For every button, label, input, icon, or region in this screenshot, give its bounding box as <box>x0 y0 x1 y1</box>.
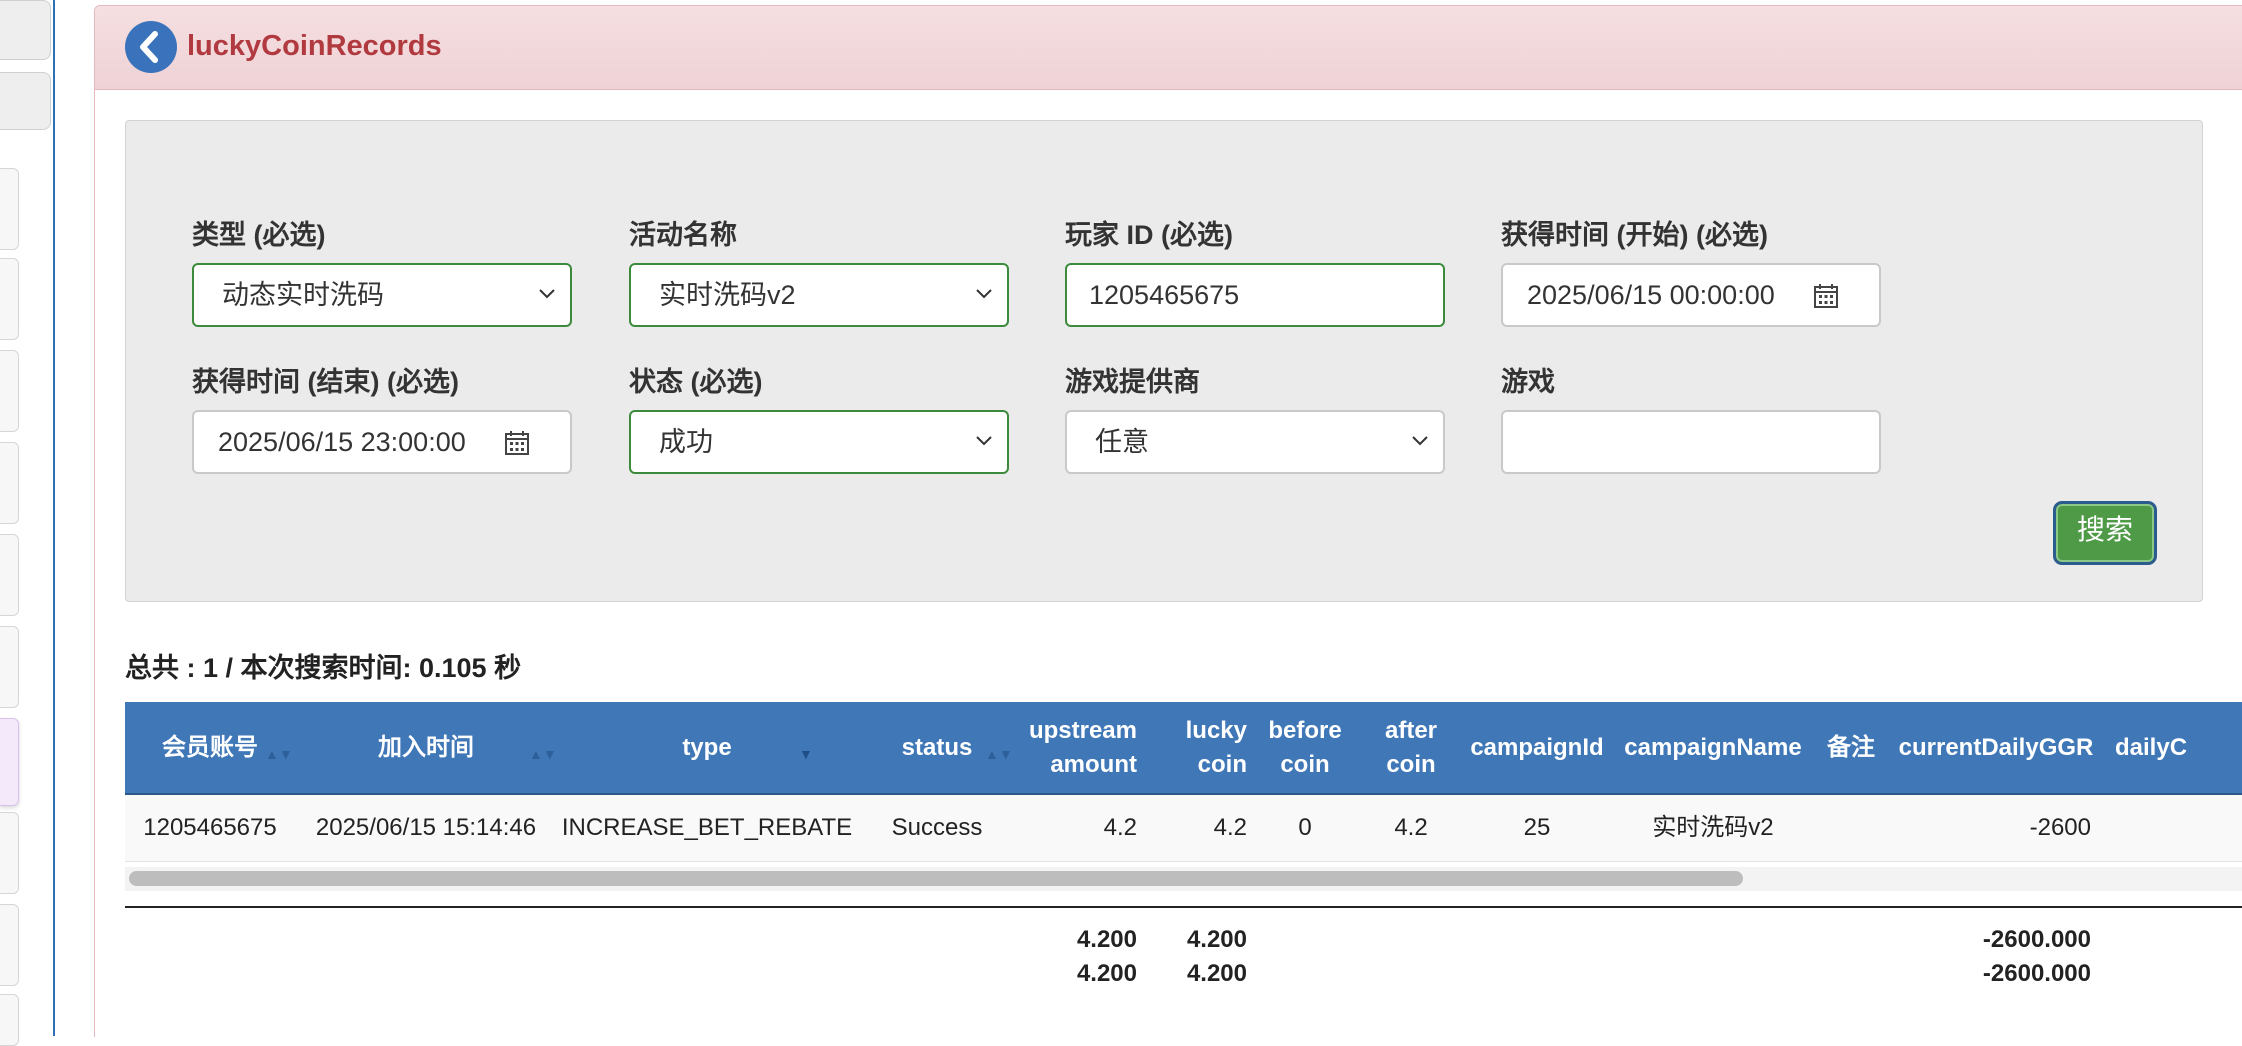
column-header-upstream-amount[interactable]: upstream amount <box>1017 702 1137 793</box>
campaign-label: 活动名称 <box>629 220 737 250</box>
sidebar-item[interactable] <box>0 442 19 524</box>
column-header-after-coin[interactable]: after coin <box>1363 702 1459 793</box>
cell-lucky-coin: 4.2 <box>1213 814 1247 841</box>
calendar-icon[interactable] <box>504 430 530 456</box>
column-header-remark[interactable]: 备注 <box>1811 702 1891 793</box>
chevron-down-icon <box>976 436 992 446</box>
player-id-input[interactable]: 1205465675 <box>1065 263 1445 327</box>
total-upstream-amount: 4.200 <box>1076 926 1137 953</box>
type-label: 类型 (必选) <box>192 220 326 250</box>
start-time-label: 获得时间 (开始) (必选) <box>1501 220 1768 250</box>
chevron-down-icon <box>976 289 992 299</box>
campaign-field: 活动名称 实时洗码v2 <box>629 217 1009 327</box>
filter-form: 类型 (必选) 动态实时洗码 活动名称 实时洗码v2 玩家 ID (必选) 12… <box>125 120 2203 602</box>
totals-divider <box>125 906 2242 908</box>
column-header-join-time[interactable]: 加入时间 ▲▼ <box>295 702 557 793</box>
horizontal-scrollbar[interactable] <box>125 867 2242 891</box>
search-button[interactable]: 搜索 <box>2053 501 2157 565</box>
end-time-field: 获得时间 (结束) (必选) 2025/06/15 23:00:00 <box>192 364 572 474</box>
back-button[interactable] <box>125 21 177 73</box>
calendar-icon[interactable] <box>1813 283 1839 309</box>
sidebar-item[interactable] <box>0 994 19 1046</box>
total-current-daily-ggr: -2600.000 <box>1982 960 2091 987</box>
provider-field: 游戏提供商 任意 <box>1065 364 1445 474</box>
total-current-daily-ggr: -2600.000 <box>1982 926 2091 953</box>
chevron-left-icon <box>140 31 158 63</box>
column-header-member[interactable]: 会员账号 ▲▼ <box>125 702 295 793</box>
column-header-type[interactable]: type ▼ <box>557 702 857 793</box>
cell-before-coin: 0 <box>1298 814 1312 841</box>
sidebar-item[interactable] <box>0 350 19 432</box>
panel-header: luckyCoinRecords <box>95 6 2242 90</box>
records-table: 会员账号 ▲▼ 加入时间 ▲▼ type ▼ status ▲▼ upstrea… <box>125 702 2242 892</box>
game-input[interactable] <box>1501 410 1881 474</box>
campaign-select-value: 实时洗码v2 <box>659 280 796 310</box>
sidebar-item-active[interactable] <box>0 718 19 806</box>
column-header-current-daily-ggr[interactable]: currentDailyGGR <box>1891 702 2101 793</box>
cell-type: INCREASE_BET_REBATE <box>561 814 853 841</box>
sidebar-item[interactable] <box>0 258 19 340</box>
end-time-value: 2025/06/15 23:00:00 <box>218 427 466 457</box>
cell-after-coin: 4.2 <box>1394 814 1428 841</box>
start-time-field: 获得时间 (开始) (必选) 2025/06/15 00:00:00 <box>1501 217 1881 327</box>
cell-remark <box>1811 795 1891 861</box>
game-label: 游戏 <box>1501 367 1555 397</box>
sort-icon: ▲▼ <box>985 746 1013 762</box>
campaign-select[interactable]: 实时洗码v2 <box>629 263 1009 327</box>
type-select[interactable]: 动态实时洗码 <box>192 263 572 327</box>
player-id-field: 玩家 ID (必选) 1205465675 <box>1065 217 1445 327</box>
provider-select[interactable]: 任意 <box>1065 410 1445 474</box>
column-header-campaign-id[interactable]: campaignId <box>1459 702 1615 793</box>
table-row[interactable]: 1205465675 2025/06/15 15:14:46 INCREASE_… <box>125 795 2242 862</box>
total-lucky-coin: 4.200 <box>1186 960 1247 987</box>
page-title: luckyCoinRecords <box>187 30 442 62</box>
chevron-down-icon <box>1412 436 1428 446</box>
table-header: 会员账号 ▲▼ 加入时间 ▲▼ type ▼ status ▲▼ upstrea… <box>125 702 2242 795</box>
total-lucky-coin: 4.200 <box>1186 926 1247 953</box>
cell-campaign-id: 25 <box>1523 814 1551 841</box>
column-header-daily-c[interactable]: dailyC <box>2115 702 2242 793</box>
cell-current-daily-ggr: -2600 <box>2029 814 2091 841</box>
sidebar-item[interactable] <box>0 168 19 250</box>
status-select[interactable]: 成功 <box>629 410 1009 474</box>
start-time-value: 2025/06/15 00:00:00 <box>1527 280 1775 310</box>
chevron-down-icon <box>539 289 555 299</box>
type-select-value: 动态实时洗码 <box>222 280 384 310</box>
scrollbar-thumb[interactable] <box>129 871 1743 886</box>
type-field: 类型 (必选) 动态实时洗码 <box>192 217 572 327</box>
sidebar-item[interactable] <box>0 626 19 708</box>
column-header-status[interactable]: status ▲▼ <box>857 702 1017 793</box>
left-sidebar <box>0 0 55 1046</box>
column-header-before-coin[interactable]: before coin <box>1247 702 1363 793</box>
cell-join-time: 2025/06/15 15:14:46 <box>315 814 537 841</box>
sidebar-item[interactable] <box>0 534 19 616</box>
sidebar-tab[interactable] <box>0 0 51 60</box>
cell-status: Success <box>891 814 983 841</box>
main-panel: luckyCoinRecords 类型 (必选) 动态实时洗码 活动名称 实时洗… <box>94 5 2242 1037</box>
end-time-label: 获得时间 (结束) (必选) <box>192 367 459 397</box>
provider-select-value: 任意 <box>1095 427 1149 457</box>
player-id-value: 1205465675 <box>1089 280 1240 310</box>
cell-member: 1205465675 <box>143 814 277 841</box>
status-label: 状态 (必选) <box>629 367 763 397</box>
provider-label: 游戏提供商 <box>1065 367 1200 397</box>
sort-icon: ▲▼ <box>265 746 293 762</box>
cell-campaign-name: 实时洗码v2 <box>1652 814 1774 841</box>
sort-desc-icon: ▼ <box>799 746 813 762</box>
total-upstream-amount: 4.200 <box>1076 960 1137 987</box>
sidebar-tab[interactable] <box>0 72 51 130</box>
status-select-value: 成功 <box>659 427 713 457</box>
search-summary: 总共 : 1 / 本次搜索时间: 0.105 秒 <box>125 653 522 683</box>
sidebar-item[interactable] <box>0 812 19 894</box>
end-time-input[interactable]: 2025/06/15 23:00:00 <box>192 410 572 474</box>
game-field: 游戏 <box>1501 364 1881 474</box>
status-field: 状态 (必选) 成功 <box>629 364 1009 474</box>
player-id-label: 玩家 ID (必选) <box>1065 220 1233 250</box>
sort-icon: ▲▼ <box>529 746 557 762</box>
sidebar-item[interactable] <box>0 904 19 986</box>
cell-upstream-amount: 4.2 <box>1103 814 1137 841</box>
column-header-campaign-name[interactable]: campaignName <box>1615 702 1811 793</box>
start-time-input[interactable]: 2025/06/15 00:00:00 <box>1501 263 1881 327</box>
column-header-lucky-coin[interactable]: lucky coin <box>1137 702 1247 793</box>
